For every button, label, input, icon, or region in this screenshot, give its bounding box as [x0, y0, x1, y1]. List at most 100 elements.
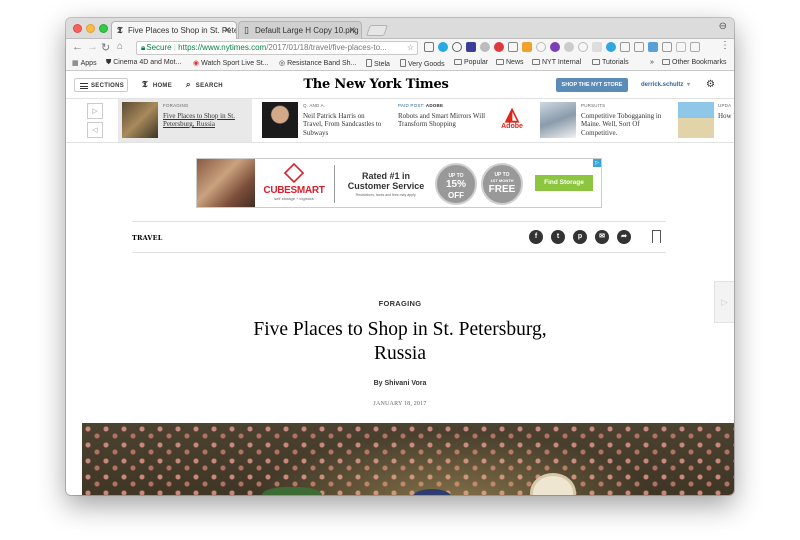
- extension-box-icon[interactable]: [690, 42, 700, 52]
- ribbon-item-pursuits[interactable]: PURSUITS Competitive Tobogganing in Main…: [536, 99, 670, 142]
- extension-blue-icon[interactable]: [648, 42, 658, 52]
- ad-fineprint: Restrictions, taxes and fees may apply.: [355, 193, 417, 197]
- bookmark-cinema4d[interactable]: ⛊ Cinema 4D and Mot...: [106, 59, 181, 67]
- url-path: /2017/01/18/travel/five-places-to...: [266, 43, 387, 52]
- back-arrow-icon[interactable]: ←: [72, 41, 83, 53]
- extension-indigo-icon[interactable]: [466, 42, 476, 52]
- hero-plant: [262, 487, 322, 495]
- bookmark-folder-other[interactable]: Other Bookmarks: [662, 59, 726, 66]
- extension-box-icon[interactable]: [676, 42, 686, 52]
- section-label[interactable]: TRAVEL: [132, 234, 163, 242]
- camera-extension-icon[interactable]: [508, 42, 518, 52]
- extension-blue-icon[interactable]: [438, 42, 448, 52]
- chevron-down-icon: ▾: [687, 82, 691, 88]
- bookmark-folder-news[interactable]: News: [496, 59, 524, 66]
- new-tab-button[interactable]: [365, 25, 389, 36]
- bookmark-folder-tutorials[interactable]: Tutorials: [592, 59, 629, 66]
- close-tab-icon[interactable]: ✕: [348, 25, 356, 36]
- browser-window: 𝕿 Five Places to Shop in St. Pete ✕ ▯ De…: [66, 18, 734, 495]
- tab-strip: 𝕿 Five Places to Shop in St. Pete ✕ ▯ De…: [66, 18, 734, 39]
- extension-ring-icon[interactable]: [578, 42, 588, 52]
- page-icon: [366, 59, 372, 67]
- find-storage-button[interactable]: Find Storage: [535, 175, 593, 191]
- extension-ring-icon[interactable]: [536, 42, 546, 52]
- pinterest-icon[interactable]: p: [573, 230, 587, 244]
- extension-gray-icon[interactable]: [480, 42, 490, 52]
- more-bookmarks-chevron[interactable]: »: [650, 59, 654, 66]
- bookmark-stela[interactable]: Stela: [366, 59, 390, 68]
- maximize-window-button[interactable]: [99, 24, 108, 33]
- folder-icon: [454, 59, 462, 65]
- pinterest-extension-icon[interactable]: [494, 42, 504, 52]
- extension-box-icon[interactable]: [662, 42, 672, 52]
- nyt-header: SECTIONS 𝕿 HOME ⌕ SEARCH The New York Time…: [66, 71, 734, 99]
- ribbon-item-foraging[interactable]: FORAGING Five Places to Shop in St. Pete…: [118, 99, 252, 142]
- extension-gray-icon[interactable]: [564, 42, 574, 52]
- ribbon-prev-arrow-icon[interactable]: ◁: [87, 122, 103, 138]
- bookmark-folder-nyt-internal[interactable]: NYT Internal: [532, 59, 581, 66]
- adobe-logo-icon: ◭: [505, 104, 519, 124]
- article-toolbar: TRAVEL f t p ✉ ➦: [132, 221, 666, 253]
- cubesmart-ad[interactable]: CUBESMART self storage + logistics Rated…: [196, 158, 602, 208]
- star-icon[interactable]: ☆: [407, 42, 414, 54]
- extension-orange-icon[interactable]: [522, 42, 532, 52]
- user-menu[interactable]: derrick.schultz ▾: [641, 78, 690, 92]
- bookmark-resistance-band[interactable]: ◎ Resistance Band Sh...: [279, 59, 356, 67]
- ribbon-item-qa[interactable]: Q. AND A. Neil Patrick Harris on Travel,…: [258, 99, 388, 142]
- ribbon-next-arrow-icon[interactable]: ▷: [87, 103, 103, 119]
- username: derrick.schultz: [641, 82, 684, 88]
- share-icon[interactable]: ➦: [617, 230, 631, 244]
- adchoices-icon[interactable]: ▷: [593, 159, 601, 167]
- extension-ring-icon[interactable]: [452, 42, 462, 52]
- extension-box-icon[interactable]: [620, 42, 630, 52]
- sections-button[interactable]: SECTIONS: [74, 78, 128, 92]
- menu-kebab-icon[interactable]: ⋮: [720, 40, 730, 51]
- facebook-icon[interactable]: f: [529, 230, 543, 244]
- story-ribbon: ▷ ◁ FORAGING Five Places to Shop in St. …: [66, 99, 734, 143]
- home-icon[interactable]: ⌂: [117, 41, 123, 52]
- profile-icon[interactable]: ⊖: [719, 21, 727, 32]
- bookmark-watch-sport[interactable]: ◉ Watch Sport Live St...: [193, 59, 269, 67]
- close-tab-icon[interactable]: ✕: [223, 25, 231, 36]
- reload-icon[interactable]: ↻: [101, 41, 110, 54]
- url-domain: https://www.nytimes.com: [178, 43, 267, 52]
- ribbon-title: How Vaca: [718, 111, 734, 120]
- twitter-icon[interactable]: t: [551, 230, 565, 244]
- ribbon-kicker: UPDA: [718, 103, 732, 108]
- gear-icon[interactable]: ⚙: [706, 78, 715, 92]
- ribbon-title: Neil Patrick Harris on Travel, From Sand…: [303, 111, 382, 137]
- search-link[interactable]: ⌕ SEARCH: [186, 78, 223, 92]
- paid-post-brand: ADOBE: [425, 103, 444, 108]
- bookmark-apps[interactable]: ▦ Apps: [72, 59, 97, 67]
- address-bar[interactable]: 🔒︎Secure | https://www.nytimes.com/2017/…: [136, 41, 418, 55]
- ribbon-kicker: PURSUITS: [581, 103, 606, 108]
- ribbon-item-paid-post[interactable]: PAID POST: ADOBE Robots and Smart Mirror…: [394, 99, 530, 142]
- ad-photo: [197, 159, 255, 207]
- adobe-wordmark: Adobe: [501, 123, 523, 130]
- shield-icon: ⛊: [106, 59, 112, 66]
- ribbon-item-partial[interactable]: UPDA How Vaca: [676, 99, 734, 142]
- close-window-button[interactable]: [73, 24, 82, 33]
- search-icon: ⌕: [186, 80, 191, 89]
- browser-toolbar: ← → ↻ ⌂ 🔒︎Secure | https://www.nytimes.c…: [66, 39, 734, 57]
- extension-blue-icon[interactable]: [606, 42, 616, 52]
- bookmark-folder-popular[interactable]: Popular: [454, 59, 488, 66]
- sport-icon: ◉: [193, 60, 200, 67]
- shop-store-button[interactable]: SHOP THE NYT STORE: [556, 78, 628, 92]
- cast-icon[interactable]: [424, 42, 434, 52]
- tab-nyt-article[interactable]: 𝕿 Five Places to Shop in St. Pete ✕: [111, 21, 237, 39]
- home-link[interactable]: 𝕿 HOME: [142, 78, 172, 92]
- nyt-logo[interactable]: The New York Times: [296, 77, 456, 92]
- ribbon-kicker: Q. AND A.: [303, 103, 326, 108]
- minimize-window-button[interactable]: [86, 24, 95, 33]
- extension-box-icon[interactable]: [634, 42, 644, 52]
- bookmark-very-goods[interactable]: Very Goods: [400, 59, 445, 68]
- tab-image-file[interactable]: ▯ Default Large H Copy 10.png ✕: [238, 21, 362, 39]
- extension-purple-icon[interactable]: [550, 42, 560, 52]
- ribbon-title: Five Places to Shop in St. Petersburg, R…: [163, 111, 235, 129]
- extension-gray-icon[interactable]: [592, 42, 602, 52]
- email-icon[interactable]: ✉: [595, 230, 609, 244]
- save-bookmark-icon[interactable]: [652, 230, 661, 244]
- story-thumbnail: [678, 102, 714, 138]
- forward-arrow-icon[interactable]: →: [87, 41, 98, 53]
